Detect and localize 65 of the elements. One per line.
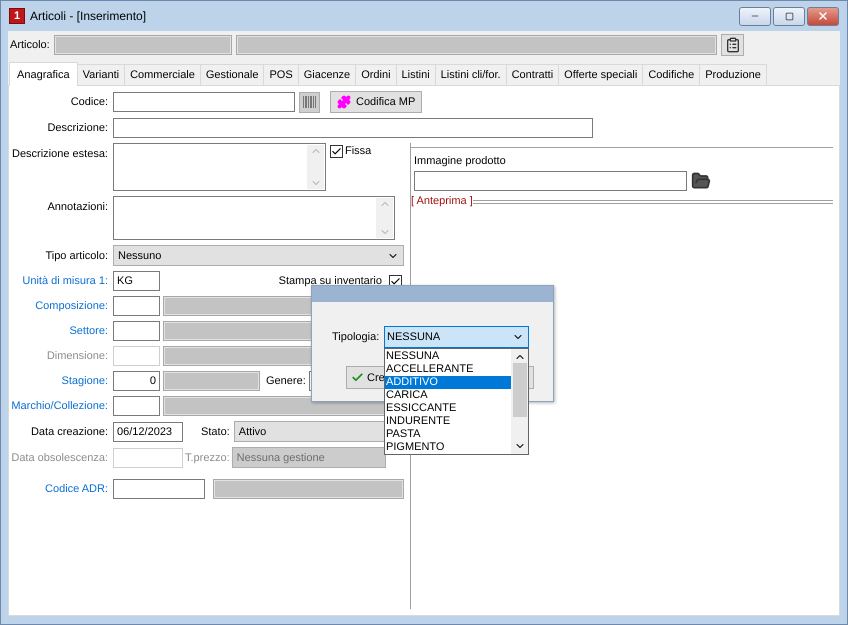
- field-label: Descrizione estesa:: [11, 147, 108, 160]
- field-label: T.prezzo:: [185, 452, 230, 464]
- field-label: Stato:: [201, 426, 230, 438]
- adr-code-field[interactable]: [113, 479, 205, 499]
- extended-description-field[interactable]: [113, 143, 326, 191]
- dropdown-option[interactable]: PIGMENTO: [385, 441, 511, 454]
- maximize-button[interactable]: [773, 6, 805, 26]
- puzzle-icon: [337, 95, 351, 109]
- field-label: Unità di misura 1:: [21, 275, 108, 287]
- dropdown-option[interactable]: ADDITIVO: [385, 376, 511, 389]
- scroll-thumb[interactable]: [512, 363, 526, 417]
- article-type-dropdown[interactable]: Nessuno: [113, 245, 404, 266]
- field-label: Tipo articolo:: [44, 250, 108, 262]
- clipboard-icon: [724, 36, 740, 52]
- field-label: Stagione:: [60, 375, 108, 387]
- check-icon: [351, 371, 364, 384]
- tab[interactable]: Anagrafica: [9, 62, 78, 86]
- close-button[interactable]: [807, 6, 839, 26]
- field-label: Data obsolescenza:: [10, 452, 108, 464]
- field-label: Dimensione:: [46, 350, 108, 362]
- code-field[interactable]: [113, 396, 160, 416]
- description-field[interactable]: [113, 118, 593, 138]
- dropdown-option[interactable]: INDURENTE: [385, 415, 511, 428]
- window-title: Articoli - [Inserimento]: [30, 9, 148, 23]
- field-label: Marchio/Collezione:: [10, 400, 108, 412]
- checkbox-label: Stampa su inventario: [278, 275, 382, 287]
- dropdown-option[interactable]: ACCELLERANTE: [385, 363, 511, 376]
- maximize-icon: [784, 12, 794, 20]
- notes-field[interactable]: [113, 196, 395, 240]
- field-label: Annotazioni:: [46, 200, 108, 213]
- code-field[interactable]: [113, 321, 160, 341]
- field-label: Genere:: [266, 375, 306, 387]
- group-title: [ Anteprima ]: [411, 195, 473, 207]
- dropdown-option[interactable]: CARICA: [385, 389, 511, 402]
- field-label: Immagine prodotto: [414, 155, 507, 167]
- dropdown-option[interactable]: NESSUNA: [385, 350, 511, 363]
- field-label: Tipologia:: [332, 331, 379, 343]
- article-label: Articolo:: [10, 38, 50, 50]
- code-field[interactable]: [113, 92, 295, 112]
- type-dropdown[interactable]: NESSUNA: [384, 326, 529, 348]
- status-dropdown[interactable]: Attivo: [234, 421, 386, 442]
- codifica-button[interactable]: Codifica MP: [330, 91, 422, 113]
- field-label: Codice:: [70, 96, 108, 108]
- field-label: Descrizione:: [46, 122, 108, 134]
- dropdown-option[interactable]: ESSICCANTE: [385, 402, 511, 415]
- barcode-icon: [302, 96, 316, 108]
- barcode-button[interactable]: [299, 92, 320, 112]
- checkbox-label: Fissa: [345, 145, 372, 157]
- folder-icon[interactable]: [691, 171, 711, 191]
- image-path-field[interactable]: [414, 171, 687, 191]
- field-label: Settore:: [68, 325, 108, 337]
- code-field[interactable]: 0: [113, 371, 160, 391]
- close-icon: [817, 10, 829, 22]
- date-field[interactable]: 06/12/2023: [113, 422, 183, 442]
- clipboard-button[interactable]: [721, 34, 744, 56]
- minimize-button[interactable]: [739, 6, 771, 26]
- code-field[interactable]: [113, 296, 160, 316]
- dropdown-option[interactable]: PASTA: [385, 428, 511, 441]
- checkbox[interactable]: [330, 145, 343, 158]
- field-label: Data creazione:: [30, 426, 108, 438]
- field-label: Composizione:: [34, 300, 108, 312]
- unit-field[interactable]: KG: [113, 271, 160, 291]
- tab[interactable]: Produzione: [699, 64, 767, 86]
- field-label: Codice ADR:: [44, 483, 108, 495]
- app-icon: 1: [9, 8, 25, 24]
